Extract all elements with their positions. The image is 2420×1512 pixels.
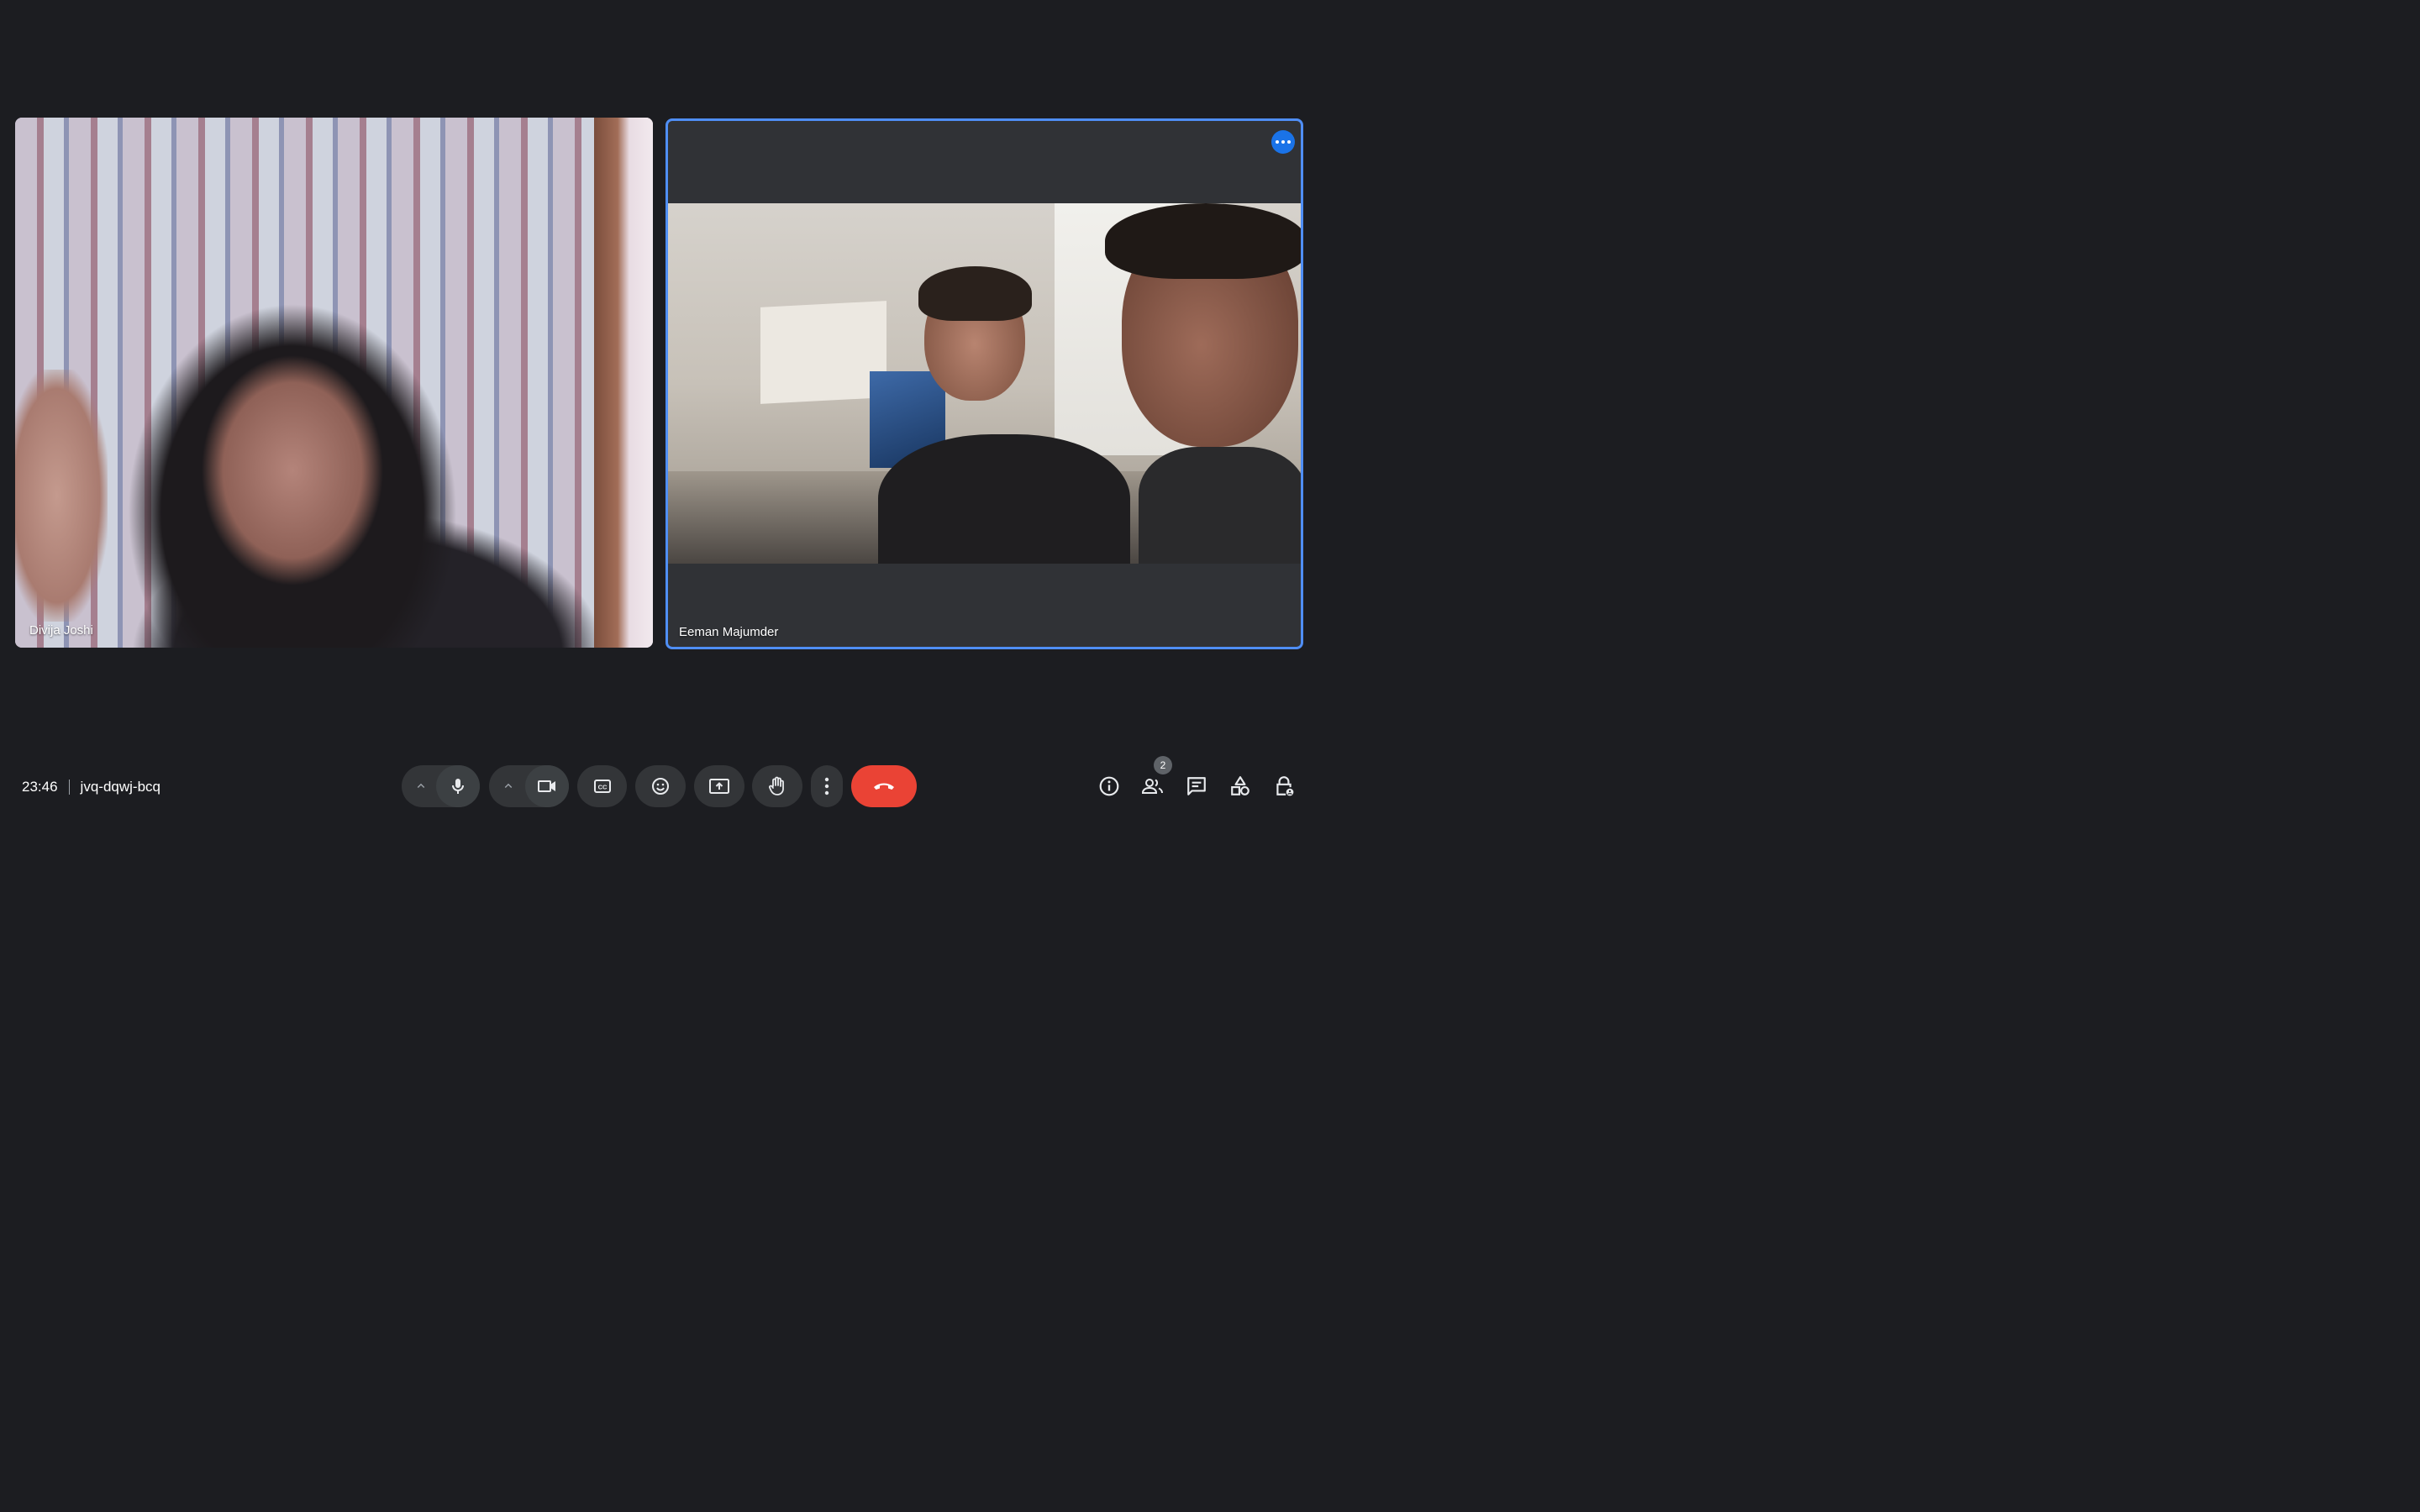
video-participant-hand xyxy=(15,370,108,622)
video-background-door xyxy=(594,118,653,648)
tile-more-options-button[interactable] xyxy=(1271,130,1295,154)
closed-captions-icon: CC xyxy=(593,780,611,793)
more-horizontal-icon xyxy=(1276,140,1279,144)
video-background-notebook xyxy=(760,301,886,404)
participant-tile-divija[interactable]: Divija Joshi xyxy=(15,118,653,648)
meeting-details-button[interactable] xyxy=(1096,773,1123,800)
more-vertical-icon xyxy=(824,777,829,795)
camera-button[interactable] xyxy=(525,765,569,807)
microphone-icon xyxy=(452,779,464,794)
participant-name-label: Divija Joshi xyxy=(29,623,93,638)
microphone-button[interactable] xyxy=(436,765,480,807)
info-icon xyxy=(1099,776,1119,796)
participant-count-badge: 2 xyxy=(1154,756,1172,774)
video-person-body xyxy=(878,434,1130,564)
video-person-hair xyxy=(1105,203,1301,279)
chevron-up-icon[interactable] xyxy=(413,779,429,794)
svg-text:CC: CC xyxy=(597,784,607,791)
more-options-button[interactable] xyxy=(811,765,843,807)
present-now-button[interactable] xyxy=(694,765,744,807)
participant-tile-eeman[interactable]: Eeman Majumder xyxy=(666,118,1303,649)
divider xyxy=(68,780,70,795)
captions-button[interactable]: CC xyxy=(577,765,627,807)
activities-icon xyxy=(1231,776,1249,795)
people-icon xyxy=(1141,779,1163,794)
video-person-hair xyxy=(918,266,1032,321)
emoji-reaction-icon xyxy=(652,778,669,795)
participant-name-label: Eeman Majumder xyxy=(679,625,779,639)
chevron-up-icon[interactable] xyxy=(501,779,516,794)
meet-call-screen: Divija Joshi Eeman Majumder 23:46 jvq-dq… xyxy=(0,0,1318,823)
more-horizontal-icon-dot xyxy=(1287,140,1291,144)
participant-video-feed xyxy=(668,203,1301,564)
camera-control-group xyxy=(489,765,569,807)
more-horizontal-icon-dot xyxy=(1281,140,1285,144)
video-person-body xyxy=(1139,447,1301,564)
chat-icon xyxy=(1187,777,1206,795)
leave-call-button[interactable] xyxy=(851,765,917,807)
raise-hand-button[interactable] xyxy=(752,765,802,807)
video-camera-icon xyxy=(538,780,555,792)
activities-button[interactable] xyxy=(1227,773,1254,800)
raise-hand-icon xyxy=(769,776,784,795)
end-call-icon xyxy=(874,783,894,790)
meeting-details: 23:46 jvq-dqwj-bcq xyxy=(22,777,160,797)
show-everyone-button[interactable] xyxy=(1139,773,1166,800)
send-reaction-button[interactable] xyxy=(635,765,686,807)
chat-button[interactable] xyxy=(1183,773,1210,800)
meeting-code[interactable]: jvq-dqwj-bcq xyxy=(81,779,160,795)
clock-time: 23:46 xyxy=(22,779,58,795)
present-screen-icon xyxy=(709,779,729,794)
microphone-control-group xyxy=(402,765,480,807)
participant-video-feed xyxy=(15,118,653,648)
host-controls-lock-icon xyxy=(1276,776,1294,796)
host-controls-button[interactable] xyxy=(1270,773,1297,800)
